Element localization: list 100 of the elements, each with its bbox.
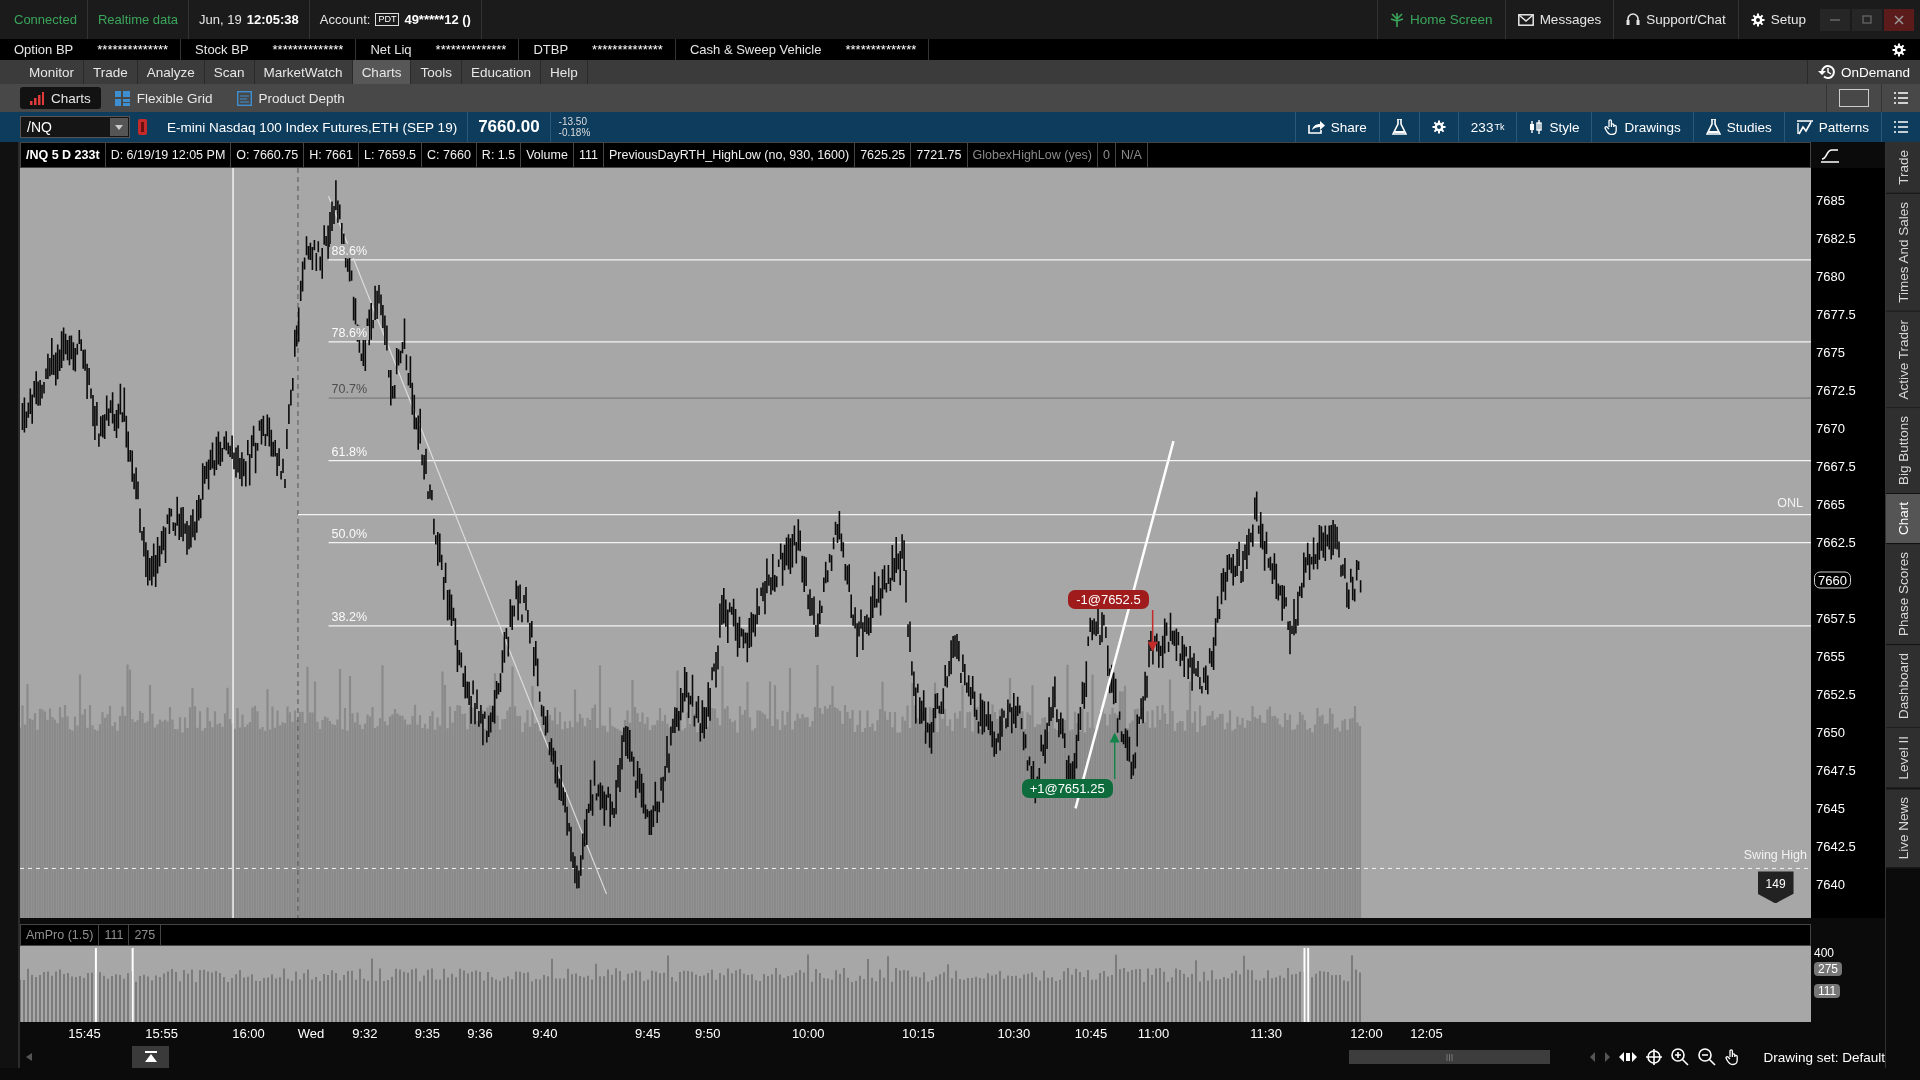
price-scale-icon[interactable]	[1821, 147, 1839, 163]
info-field: R: 1.5	[476, 143, 522, 167]
scrollbar-thumb[interactable]	[1349, 1050, 1551, 1064]
price-tick: 7667.5	[1816, 458, 1856, 474]
price-tick: 7662.5	[1816, 534, 1856, 550]
side-tab[interactable]: Active Trader	[1886, 311, 1920, 409]
trade-marker[interactable]: -1@7652.5	[1068, 590, 1149, 610]
hand-pointer-icon[interactable]	[1725, 1048, 1740, 1066]
volume-tick: 400	[1814, 946, 1835, 960]
study-legend-field: 111	[99, 925, 130, 945]
swing-count-badge: 149	[1757, 871, 1794, 904]
price-tick: 7670	[1816, 420, 1845, 436]
price-tick: 7665	[1816, 496, 1845, 512]
price-tick: 7672.5	[1816, 382, 1856, 398]
side-tab[interactable]: Phase Scores	[1886, 544, 1920, 646]
balance-label[interactable]: Net Liq	[356, 42, 424, 57]
zoom-out-icon[interactable]	[1698, 1048, 1717, 1066]
price-tick: 7640	[1816, 876, 1845, 892]
symbol-field[interactable]: /NQ	[20, 116, 130, 138]
price-tick: 7652.5	[1816, 686, 1856, 702]
drawing-set-selector[interactable]: Drawing set: Default	[1763, 1049, 1885, 1065]
menu-icon	[1894, 121, 1908, 133]
study-legend-field: AmPro (1.5)	[21, 925, 100, 945]
price-tick: 7642.5	[1816, 838, 1856, 854]
fib-level-label: 61.8%	[329, 444, 369, 459]
chart-plot-area[interactable]: 88.6% 78.6% 70.7% 61.8% 50.0% 38.2% ONL Swing High 149 -1@7652.5 +1@7651.25	[20, 168, 1811, 918]
sub-tab[interactable]: Flexible Grid	[104, 87, 223, 109]
price-tick: 7647.5	[1816, 762, 1856, 778]
time-tick: 10:30	[997, 1026, 1031, 1041]
fib-level-label: 78.6%	[329, 325, 369, 340]
zoom-in-icon[interactable]	[1671, 1048, 1690, 1066]
side-tab[interactable]: Times And Sales	[1886, 193, 1920, 312]
main-tab[interactable]: Charts	[352, 60, 412, 84]
crosshair-icon[interactable]	[1646, 1049, 1663, 1065]
connection-status: Connected	[14, 12, 77, 27]
price-tick: 7677.5	[1816, 306, 1856, 322]
side-tab[interactable]: Chart	[1886, 494, 1920, 545]
trade-marker[interactable]: +1@7651.25	[1021, 779, 1113, 798]
side-tab[interactable]: Dashboard	[1886, 645, 1920, 729]
trade-arrow	[1147, 609, 1158, 652]
price-tick: 7680	[1816, 268, 1845, 284]
clock-time: 12:05:38	[246, 12, 299, 27]
info-field: 7721.75	[911, 143, 968, 167]
layout-icon[interactable]	[1839, 89, 1869, 107]
volume-value-badge: 111	[1814, 984, 1841, 998]
settings-icon	[1431, 120, 1446, 134]
time-tick: 9:36	[467, 1026, 493, 1041]
balance-label[interactable]: Cash & Sweep Vehicle	[675, 42, 834, 57]
collapse-button[interactable]	[132, 1046, 170, 1068]
dropdown-caret-icon	[115, 124, 123, 130]
maximize-icon	[1862, 14, 1872, 25]
sub-tab[interactable]: Charts	[20, 87, 101, 109]
collapse-icon	[144, 1051, 157, 1063]
alert-icon	[138, 119, 147, 135]
menu-icon[interactable]	[1894, 92, 1908, 104]
percent-change: -0.18%	[558, 127, 591, 138]
account-number[interactable]: 49*****12 ()	[404, 12, 471, 27]
time-tick: 10:45	[1074, 1026, 1108, 1041]
pan-arrows-icon[interactable]	[1590, 1051, 1611, 1063]
price-tick: 7650	[1816, 724, 1845, 740]
time-tick: Wed	[297, 1026, 325, 1041]
fib-level-label: 38.2%	[329, 609, 369, 624]
balance-label[interactable]: Option BP	[0, 42, 86, 57]
pdt-badge: PDT	[375, 13, 400, 26]
info-field: GlobexHighLow (yes)	[967, 143, 1098, 167]
side-tab[interactable]: Big Buttons	[1886, 408, 1920, 495]
time-tick: 9:45	[635, 1026, 661, 1041]
data-feed-status: Realtime data	[97, 12, 179, 27]
flask-icon	[1391, 119, 1407, 135]
side-tab[interactable]: Live News	[1886, 788, 1920, 869]
price-tick: 7657.5	[1816, 610, 1856, 626]
side-tab[interactable]: Trade	[1886, 142, 1920, 194]
scroll-left-icon[interactable]	[26, 1053, 32, 1061]
info-field: Volume	[521, 143, 574, 167]
time-tick: 15:45	[68, 1026, 101, 1041]
time-tick: 15:55	[145, 1026, 178, 1041]
time-tick: 9:50	[695, 1026, 721, 1041]
swing-high-label: Swing High	[1743, 848, 1807, 863]
balance-label[interactable]: Stock BP	[181, 42, 261, 57]
price-tick: 7675	[1816, 344, 1845, 360]
account-label: Account:	[319, 12, 371, 27]
price-tick: 7645	[1816, 800, 1845, 816]
balance-label[interactable]: DTBP	[519, 42, 581, 57]
settings-icon[interactable]	[1892, 42, 1906, 57]
expand-arrows-icon[interactable]	[1619, 1051, 1638, 1063]
history-icon	[1817, 64, 1836, 80]
close-icon	[1894, 14, 1904, 25]
info-field: H: 7661	[304, 143, 359, 167]
close-button[interactable]	[1884, 8, 1914, 31]
depth-icon	[236, 90, 252, 106]
info-field: 0	[1098, 143, 1116, 167]
time-tick: 9:32	[352, 1026, 378, 1041]
candlestick-icon	[1529, 120, 1544, 134]
price-tick: 7655	[1816, 648, 1845, 664]
hand-pointer-icon	[1604, 119, 1619, 135]
time-tick: 11:30	[1250, 1026, 1282, 1041]
sub-tab[interactable]: Product Depth	[226, 87, 355, 109]
trade-arrow	[1109, 732, 1120, 780]
instrument-description: E-mini Nasdaq 100 Index Futures,ETH (SEP 19)	[166, 119, 459, 135]
side-tab[interactable]: Level II	[1886, 728, 1920, 789]
